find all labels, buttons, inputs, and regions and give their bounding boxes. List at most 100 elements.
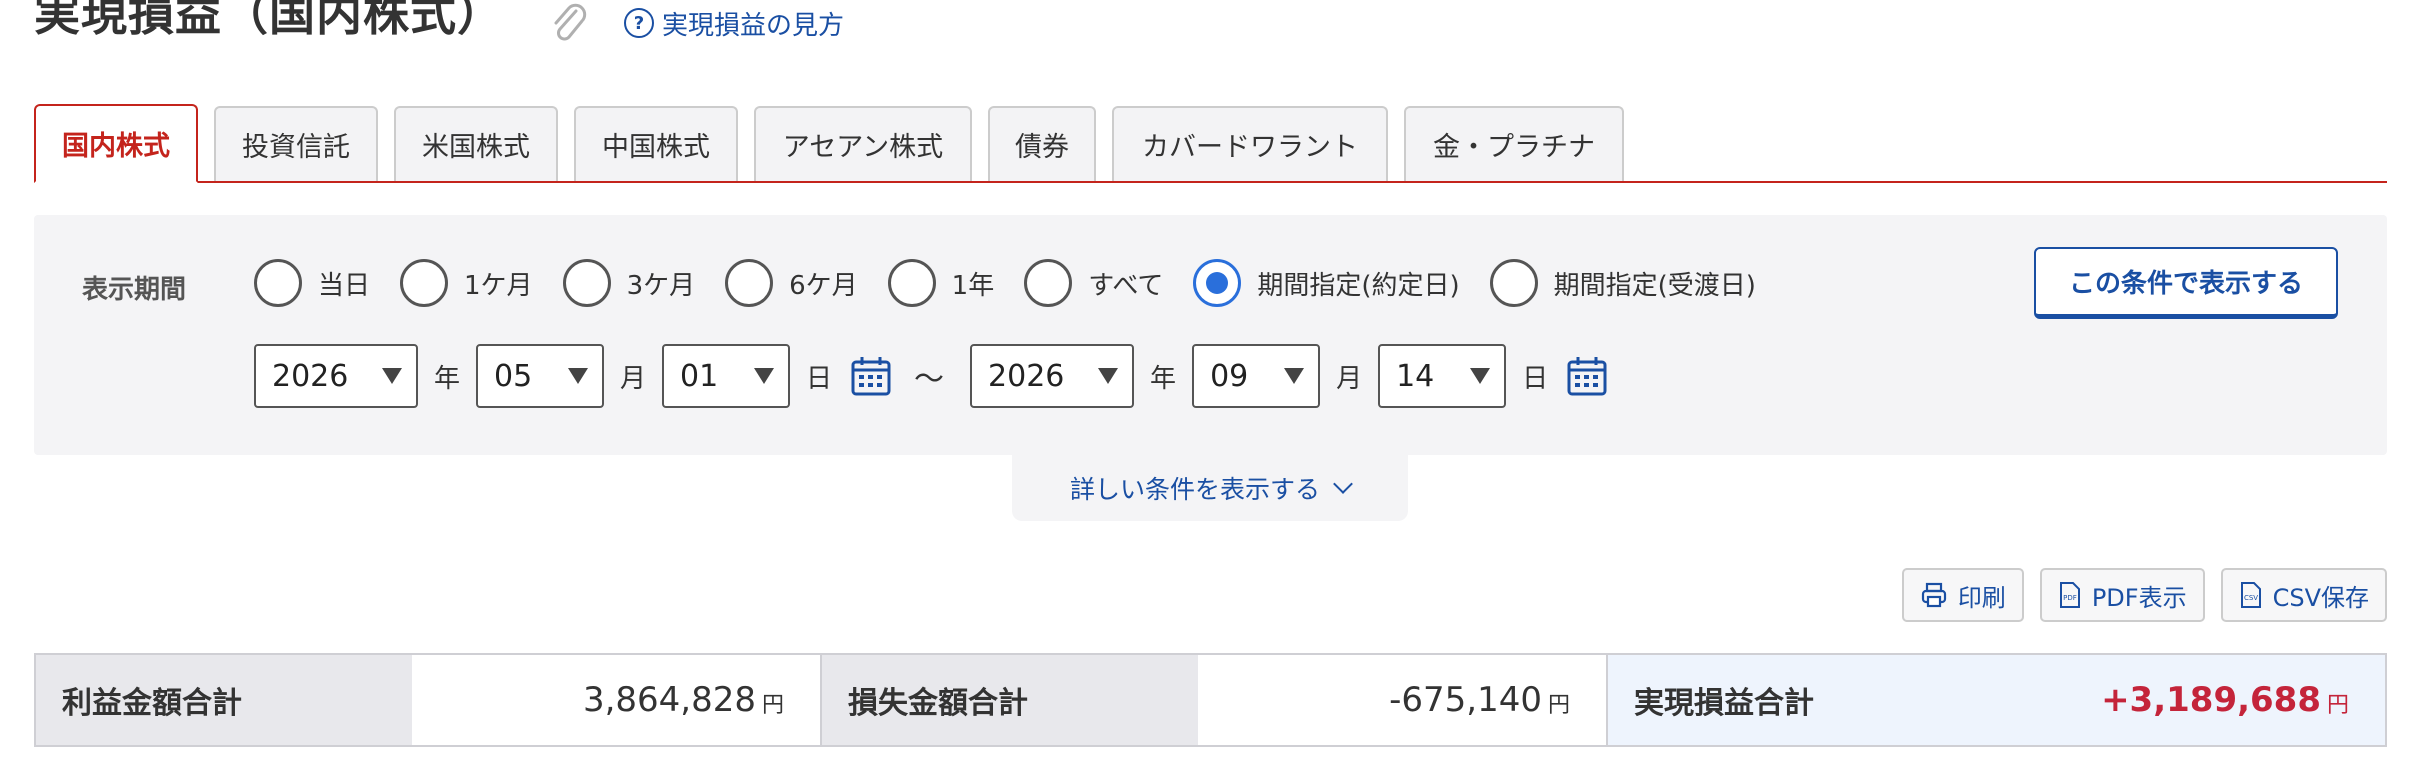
tab-gold-platinum[interactable]: 金・プラチナ — [1404, 106, 1624, 181]
help-link[interactable]: ? 実現損益の見方 — [624, 5, 844, 42]
period-label: 表示期間 — [82, 275, 187, 305]
select-value: 14 — [1396, 358, 1435, 394]
unit-day: 日 — [806, 363, 833, 394]
tab-label: 債券 — [1015, 132, 1069, 163]
range-separator: ～ — [914, 362, 945, 397]
paperclip-icon[interactable] — [548, 1, 588, 45]
select-value: 05 — [494, 358, 533, 394]
from-month-select[interactable]: 05 — [476, 344, 605, 408]
from-day-select[interactable]: 01 — [662, 344, 791, 408]
radio-circle[interactable] — [1024, 259, 1073, 307]
radio-range-trade-date[interactable]: 期間指定(約定日) — [1193, 259, 1460, 307]
radio-3month[interactable]: 3ケ月 — [562, 259, 695, 307]
title-row: 実現損益（国内株式） ? 実現損益の見方 — [34, 0, 844, 50]
action-buttons: 印刷 PDF PDF表示 CSV CSV保存 — [1886, 568, 2387, 622]
printer-icon — [1921, 582, 1946, 608]
svg-text:PDF: PDF — [2063, 594, 2077, 602]
radio-circle[interactable] — [725, 259, 774, 307]
tab-domestic-stocks[interactable]: 国内株式 — [34, 104, 198, 183]
profit-total-value: 3,864,828 円 — [412, 655, 822, 745]
loss-total-label: 損失金額合計 — [822, 655, 1198, 745]
tab-label: 投資信託 — [242, 132, 350, 163]
radio-label: 1ケ月 — [464, 270, 533, 301]
dropdown-arrow-icon — [1098, 368, 1119, 384]
unit-month: 月 — [620, 363, 647, 394]
pdf-label: PDF表示 — [2091, 583, 2187, 612]
radio-circle[interactable] — [562, 259, 611, 307]
radio-today[interactable]: 当日 — [254, 259, 370, 307]
tab-asean-stocks[interactable]: アセアン株式 — [754, 106, 972, 181]
radio-circle[interactable] — [887, 259, 936, 307]
radio-circle[interactable] — [1489, 259, 1538, 307]
tab-label: 金・プラチナ — [1433, 132, 1595, 163]
select-value: 01 — [680, 358, 719, 394]
calendar-icon[interactable] — [850, 355, 892, 397]
page-title: 実現損益（国内株式） — [34, 0, 504, 41]
period-radio-group: 当日 1ケ月 3ケ月 6ケ月 1年 すべて 期間指定(約定日) 期間指定(受渡日… — [254, 259, 1786, 307]
tab-label: アセアン株式 — [782, 132, 944, 163]
radio-6month[interactable]: 6ケ月 — [725, 259, 858, 307]
more-conditions-label: 詳しい条件を表示する — [1069, 475, 1320, 504]
page: 実現損益（国内株式） ? 実現損益の見方 国内株式 投資信託 米国株式 中国株式… — [0, 0, 2418, 774]
radio-label: 当日 — [318, 270, 371, 301]
dropdown-arrow-icon — [754, 368, 775, 384]
amount: -675,140 — [1389, 680, 1542, 720]
to-month-select[interactable]: 09 — [1192, 344, 1321, 408]
tab-label: 米国株式 — [422, 132, 530, 163]
tab-investment-trusts[interactable]: 投資信託 — [214, 106, 378, 181]
csv-file-icon: CSV — [2240, 582, 2261, 608]
radio-label: 期間指定(受渡日) — [1553, 270, 1756, 301]
dropdown-arrow-icon — [568, 368, 589, 384]
unit-year: 年 — [1150, 363, 1177, 394]
tab-label: 中国株式 — [602, 132, 710, 163]
svg-text:CSV: CSV — [2244, 594, 2258, 602]
radio-label: すべて — [1088, 270, 1164, 301]
radio-label: 6ケ月 — [789, 270, 858, 301]
loss-total-value: -675,140 円 — [1198, 655, 1608, 745]
from-year-select[interactable]: 2026 — [254, 344, 418, 408]
to-day-select[interactable]: 14 — [1378, 344, 1507, 408]
realized-total-label: 実現損益合計 — [1608, 655, 1984, 745]
yen-unit: 円 — [1547, 693, 1570, 718]
pdf-button[interactable]: PDF PDF表示 — [2039, 568, 2205, 622]
filter-panel: 表示期間 当日 1ケ月 3ケ月 6ケ月 1年 すべて 期間指定(約定日) 期間指… — [34, 215, 2387, 455]
market-tabs: 国内株式 投資信託 米国株式 中国株式 アセアン株式 債券 カバードワラント 金… — [34, 104, 2387, 183]
help-link-label: 実現損益の見方 — [662, 10, 845, 41]
dropdown-arrow-icon — [1284, 368, 1305, 384]
profit-total-label: 利益金額合計 — [36, 655, 412, 745]
tab-label: カバードワラント — [1142, 132, 1358, 163]
print-label: 印刷 — [1957, 583, 2006, 612]
tab-covered-warrants[interactable]: カバードワラント — [1112, 106, 1388, 181]
radio-all[interactable]: すべて — [1024, 259, 1163, 307]
pdf-file-icon: PDF — [2059, 582, 2080, 608]
realized-total-value: +3,189,688 円 — [1984, 655, 2385, 745]
tab-china-stocks[interactable]: 中国株式 — [574, 106, 738, 181]
amount: 3,864,828 — [582, 680, 756, 720]
chevron-down-icon — [1333, 474, 1353, 494]
unit-day: 日 — [1522, 363, 1549, 394]
question-circle-icon: ? — [624, 8, 654, 38]
radio-label: 期間指定(約定日) — [1257, 270, 1460, 301]
summary-table: 利益金額合計 3,864,828 円 損失金額合計 -675,140 円 実現損益合… — [34, 653, 2387, 747]
print-button[interactable]: 印刷 — [1901, 568, 2024, 622]
yen-unit: 円 — [2326, 693, 2349, 718]
radio-circle[interactable] — [254, 259, 302, 307]
csv-button[interactable]: CSV CSV保存 — [2220, 568, 2387, 622]
radio-circle-checked[interactable] — [1193, 259, 1242, 307]
to-year-select[interactable]: 2026 — [970, 344, 1135, 408]
date-range-row: 2026 年 05 月 01 日 ～ 2026 年 09 月 14 日 — [254, 343, 1622, 409]
select-value: 2026 — [988, 358, 1065, 394]
dropdown-arrow-icon — [382, 368, 402, 384]
yen-unit: 円 — [761, 693, 784, 718]
radio-range-settlement-date[interactable]: 期間指定(受渡日) — [1489, 259, 1756, 307]
radio-1year[interactable]: 1年 — [887, 259, 994, 307]
tab-label: 国内株式 — [62, 131, 170, 162]
tab-us-stocks[interactable]: 米国株式 — [394, 106, 558, 181]
calendar-icon[interactable] — [1566, 355, 1608, 397]
tab-bonds[interactable]: 債券 — [988, 106, 1096, 181]
unit-month: 月 — [1336, 363, 1363, 394]
radio-1month[interactable]: 1ケ月 — [400, 259, 533, 307]
show-with-conditions-button[interactable]: この条件で表示する — [2034, 247, 2338, 319]
more-conditions-toggle[interactable]: 詳しい条件を表示する — [1012, 455, 1408, 521]
radio-circle[interactable] — [400, 259, 449, 307]
